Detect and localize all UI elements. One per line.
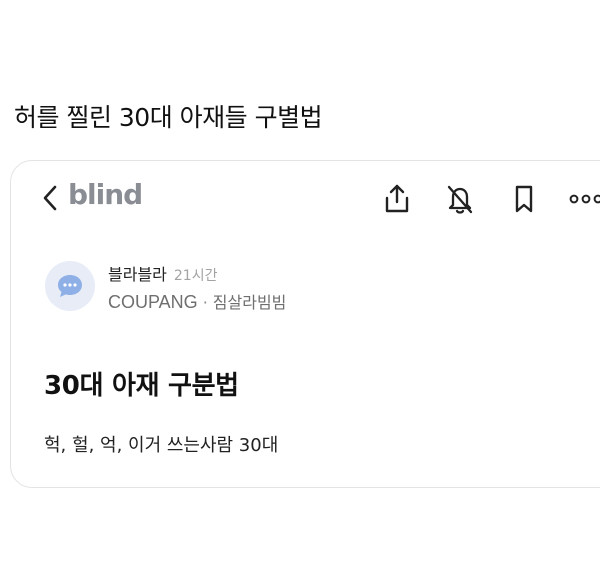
- screenshot-card: blind 블라블라 21시간 COUPANG · 짐살라빔빔 30대 아재 구…: [10, 160, 600, 488]
- notification-off-button[interactable]: [443, 181, 477, 217]
- post-headline: 허를 찔린 30대 아재들 구별법: [14, 103, 323, 132]
- more-icon: [569, 194, 600, 204]
- chat-bubble-icon: [58, 275, 82, 297]
- bookmark-icon: [515, 185, 533, 213]
- share-icon: [385, 184, 409, 213]
- bell-off-icon: [447, 185, 473, 214]
- separator: ·: [202, 293, 208, 312]
- author-name[interactable]: 블라블라: [108, 265, 167, 284]
- avatar[interactable]: [45, 261, 95, 311]
- back-button[interactable]: [39, 183, 61, 213]
- author-section: 블라블라 21시간 COUPANG · 짐살라빔빔: [45, 257, 545, 317]
- app-logo: blind: [68, 178, 143, 211]
- author-name-row: 블라블라 21시간: [108, 261, 217, 285]
- post-time: 21시간: [173, 268, 218, 284]
- chevron-left-icon: [43, 185, 57, 211]
- author-affiliation: COUPANG · 짐살라빔빔: [108, 289, 286, 313]
- bookmark-button[interactable]: [507, 181, 541, 217]
- author-nickname: 짐살라빔빔: [212, 293, 287, 312]
- post-title: 30대 아재 구분법: [44, 371, 239, 401]
- more-options-button[interactable]: [567, 181, 600, 217]
- company-name[interactable]: COUPANG: [108, 292, 198, 312]
- share-button[interactable]: [380, 181, 414, 217]
- top-nav-bar: blind: [11, 161, 600, 237]
- post-body: 헉, 헐, 억, 이거 쓰는사람 30대: [44, 435, 279, 456]
